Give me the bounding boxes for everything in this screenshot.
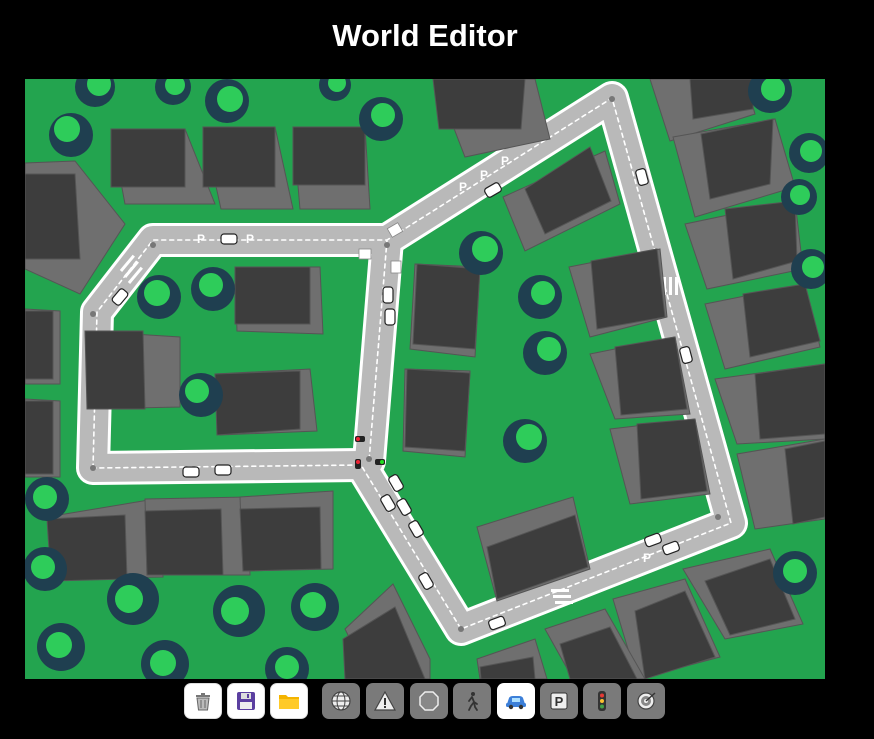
parking-mark: P [246, 232, 254, 246]
building [704, 283, 821, 370]
dispose-button[interactable] [184, 683, 222, 719]
start-mode-button[interactable] [497, 683, 535, 719]
crossing-mode-button[interactable] [453, 683, 491, 719]
car [182, 466, 200, 478]
building [292, 126, 371, 210]
building [110, 128, 216, 205]
world-canvas[interactable]: P P P P P P [25, 79, 825, 679]
stop-icon [419, 691, 439, 711]
building [25, 308, 61, 385]
building [84, 330, 181, 410]
yield-mode-button[interactable] [366, 683, 404, 719]
page-title: World Editor [332, 18, 518, 53]
tree [137, 275, 181, 319]
editor-toolbar: P [0, 683, 874, 723]
tree [37, 623, 85, 671]
building [409, 263, 481, 358]
car [382, 286, 394, 304]
target-icon [637, 692, 656, 710]
building [25, 398, 61, 478]
tree [141, 640, 189, 679]
building [476, 638, 548, 679]
tree [191, 267, 235, 311]
tree [291, 583, 339, 631]
parking-mark: P [197, 232, 205, 246]
car-icon [506, 696, 526, 710]
parking-mark: P [501, 154, 509, 168]
warning-icon [374, 690, 396, 711]
building [609, 418, 711, 505]
parking-icon-label: P [555, 694, 564, 709]
light-mode-button[interactable] [583, 683, 621, 719]
tree [25, 477, 69, 521]
target-mode-button[interactable] [627, 683, 665, 719]
folder-icon [279, 695, 299, 709]
tree [75, 79, 115, 107]
parking-mark: P [643, 551, 651, 565]
car [220, 233, 238, 245]
save-icon [237, 692, 255, 710]
tree [179, 373, 223, 417]
tree [155, 79, 191, 105]
load-button[interactable] [270, 683, 308, 719]
tree [213, 585, 265, 637]
trash-icon [196, 693, 210, 711]
tree [205, 79, 249, 123]
building [239, 490, 334, 572]
building [402, 368, 471, 458]
tree [49, 113, 93, 157]
tree [523, 331, 567, 375]
tree [459, 231, 503, 275]
tree [748, 79, 792, 113]
tree [518, 275, 562, 319]
tree [25, 547, 67, 591]
stop-sign [390, 260, 402, 274]
building [714, 363, 825, 445]
building [234, 266, 324, 335]
parking-mark: P [480, 168, 488, 182]
save-button[interactable] [227, 683, 265, 719]
globe-icon [331, 691, 351, 711]
parking-mode-button[interactable]: P [540, 683, 578, 719]
building [144, 496, 251, 576]
car [384, 308, 396, 326]
building [672, 118, 796, 218]
stop-sign [358, 248, 372, 260]
tree [107, 573, 159, 625]
building [736, 438, 825, 530]
tree [265, 647, 309, 679]
parking-icon: P [550, 692, 568, 710]
car [214, 464, 232, 476]
tree [503, 419, 547, 463]
tree [789, 133, 825, 173]
parking-mark: P [459, 180, 467, 194]
traffic-light-icon [598, 691, 606, 711]
world-map[interactable]: P P P P P P [25, 79, 825, 679]
tree [359, 97, 403, 141]
building [214, 368, 318, 436]
stop-mode-button[interactable] [410, 683, 448, 719]
building [202, 126, 294, 210]
pedestrian-icon [468, 692, 478, 711]
building [568, 248, 668, 338]
tree [319, 79, 351, 101]
building [589, 336, 691, 420]
graph-mode-button[interactable] [322, 683, 360, 719]
building [342, 583, 431, 679]
tree [773, 551, 817, 595]
tree [781, 179, 817, 215]
